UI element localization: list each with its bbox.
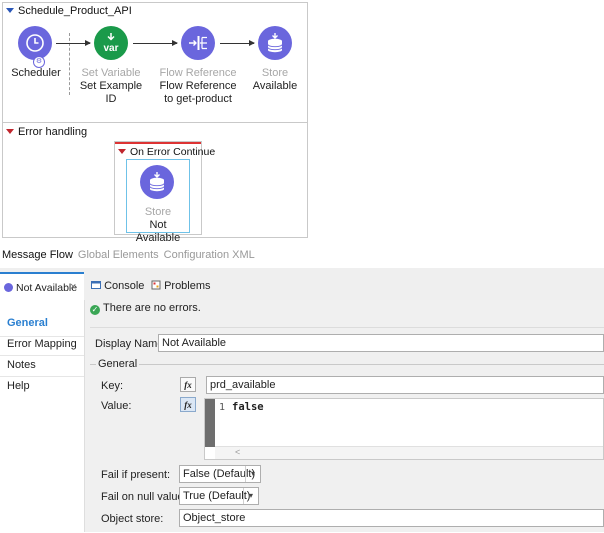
display-name-label: Display Name: bbox=[95, 338, 167, 350]
set-variable-label: Set Example ID bbox=[79, 80, 143, 105]
tab-global-elements[interactable]: Global Elements bbox=[78, 249, 159, 261]
scheduler-label: Scheduler bbox=[11, 67, 61, 79]
flow-reference-label: Flow Reference to get-product bbox=[159, 80, 237, 105]
var-icon: var bbox=[103, 33, 119, 54]
store-available-label: Available bbox=[252, 80, 298, 92]
set-variable-type-label: Set Variable bbox=[81, 67, 141, 79]
flow-reference-icon bbox=[189, 36, 207, 50]
tab-problems[interactable]: Problems bbox=[151, 280, 211, 292]
close-icon[interactable]: × bbox=[70, 281, 76, 293]
flow-reference-node[interactable] bbox=[181, 26, 215, 60]
chevron-down-icon: ▾ bbox=[245, 466, 260, 482]
fail-if-present-label: Fail if present: bbox=[101, 469, 171, 481]
expression-text[interactable]: false bbox=[232, 401, 264, 413]
object-store-icon bbox=[149, 172, 165, 192]
error-handling-header[interactable]: Error handling bbox=[6, 126, 87, 138]
collapse-triangle-icon[interactable] bbox=[118, 149, 126, 154]
store-not-available-node[interactable] bbox=[140, 165, 174, 199]
fx-toggle-key[interactable]: fx bbox=[180, 377, 196, 392]
canvas-tab-bar: Message Flow Global Elements Configuration… bbox=[2, 249, 260, 261]
flow-arrow bbox=[220, 40, 255, 46]
fail-if-present-select[interactable]: False (Default) ▾ bbox=[179, 465, 261, 483]
console-icon bbox=[91, 281, 101, 289]
flow-header[interactable]: Schedule_Product_API bbox=[6, 5, 132, 17]
problems-tab-label: Problems bbox=[164, 280, 211, 292]
content-divider bbox=[90, 327, 604, 328]
horizontal-scrollbar[interactable]: < bbox=[215, 446, 603, 459]
collapse-triangle-icon[interactable] bbox=[6, 129, 14, 134]
status-text: There are no errors. bbox=[103, 302, 201, 314]
flow-divider bbox=[3, 122, 307, 123]
tab-message-flow[interactable]: Message Flow bbox=[2, 249, 73, 261]
check-icon: ✓ bbox=[90, 305, 100, 315]
problems-icon bbox=[151, 280, 161, 290]
svg-text:var: var bbox=[103, 43, 118, 54]
key-label: Key: bbox=[101, 380, 124, 392]
scroll-left-icon[interactable]: < bbox=[235, 447, 240, 457]
flow-name: Schedule_Product_API bbox=[18, 5, 132, 17]
editor-tab-label: Not Available bbox=[16, 282, 78, 294]
line-number: 1 bbox=[219, 402, 226, 413]
console-tab-label: Console bbox=[104, 280, 145, 292]
editor-tab-not-available[interactable]: Not Available × bbox=[0, 272, 84, 300]
tab-console[interactable]: Console bbox=[91, 280, 144, 292]
sidebar-item-error-mapping[interactable]: Error Mapping bbox=[7, 338, 77, 350]
sidebar-divider bbox=[0, 376, 84, 377]
value-label: Value: bbox=[101, 400, 132, 412]
display-name-input[interactable]: Not Available bbox=[158, 334, 604, 352]
status-message: ✓ There are no errors. bbox=[90, 302, 201, 315]
fail-on-null-value: True (Default) bbox=[183, 490, 251, 502]
error-scope-bar bbox=[115, 142, 201, 144]
general-group-label: General bbox=[96, 358, 140, 370]
sidebar-item-notes[interactable]: Notes bbox=[7, 359, 36, 371]
store-not-available-label: Not Available bbox=[135, 219, 181, 244]
store-type-label: Store bbox=[261, 67, 289, 79]
clock-icon bbox=[26, 34, 44, 52]
fx-toggle-value[interactable]: fx bbox=[180, 397, 196, 412]
object-store-label: Object store: bbox=[101, 513, 164, 525]
collapse-triangle-icon[interactable] bbox=[6, 8, 14, 13]
on-error-continue-scope[interactable]: On Error Continue Store Not Available bbox=[114, 141, 215, 244]
store-available-node[interactable] bbox=[258, 26, 292, 60]
store-not-available-selection[interactable]: Store Not Available bbox=[126, 159, 190, 244]
sidebar-divider bbox=[0, 336, 84, 337]
scope-title-text: On Error Continue bbox=[130, 146, 216, 158]
flow-reference-type-label: Flow Reference bbox=[159, 67, 237, 79]
properties-sidebar: General Error Mapping Notes Help bbox=[0, 300, 85, 532]
object-store-input[interactable]: Object_store bbox=[179, 509, 604, 527]
key-input[interactable]: prd_available bbox=[206, 376, 604, 394]
store-type-label: Store bbox=[144, 206, 172, 218]
fail-on-null-select[interactable]: True (Default) ▾ bbox=[179, 487, 259, 505]
on-error-continue-title: On Error Continue bbox=[118, 146, 215, 158]
error-handling-title: Error handling bbox=[18, 126, 88, 138]
chevron-down-icon: ▾ bbox=[243, 488, 258, 504]
set-variable-node[interactable]: var bbox=[94, 26, 128, 60]
sidebar-item-general[interactable]: General bbox=[7, 317, 48, 329]
scheduler-node[interactable] bbox=[18, 26, 52, 60]
editor-gutter bbox=[205, 399, 215, 447]
flow-arrow bbox=[133, 40, 178, 46]
flow-container: Schedule_Product_API ⚙ Scheduler var Set… bbox=[2, 2, 308, 244]
component-icon bbox=[4, 283, 13, 292]
sidebar-divider bbox=[0, 355, 84, 356]
flow-arrow bbox=[56, 40, 91, 46]
value-expression-editor[interactable]: 1 false < bbox=[204, 398, 604, 460]
object-store-icon bbox=[267, 33, 283, 53]
tab-configuration-xml[interactable]: Configuration XML bbox=[164, 249, 255, 261]
fail-on-null-label: Fail on null value: bbox=[101, 491, 187, 503]
sidebar-item-help[interactable]: Help bbox=[7, 380, 30, 392]
